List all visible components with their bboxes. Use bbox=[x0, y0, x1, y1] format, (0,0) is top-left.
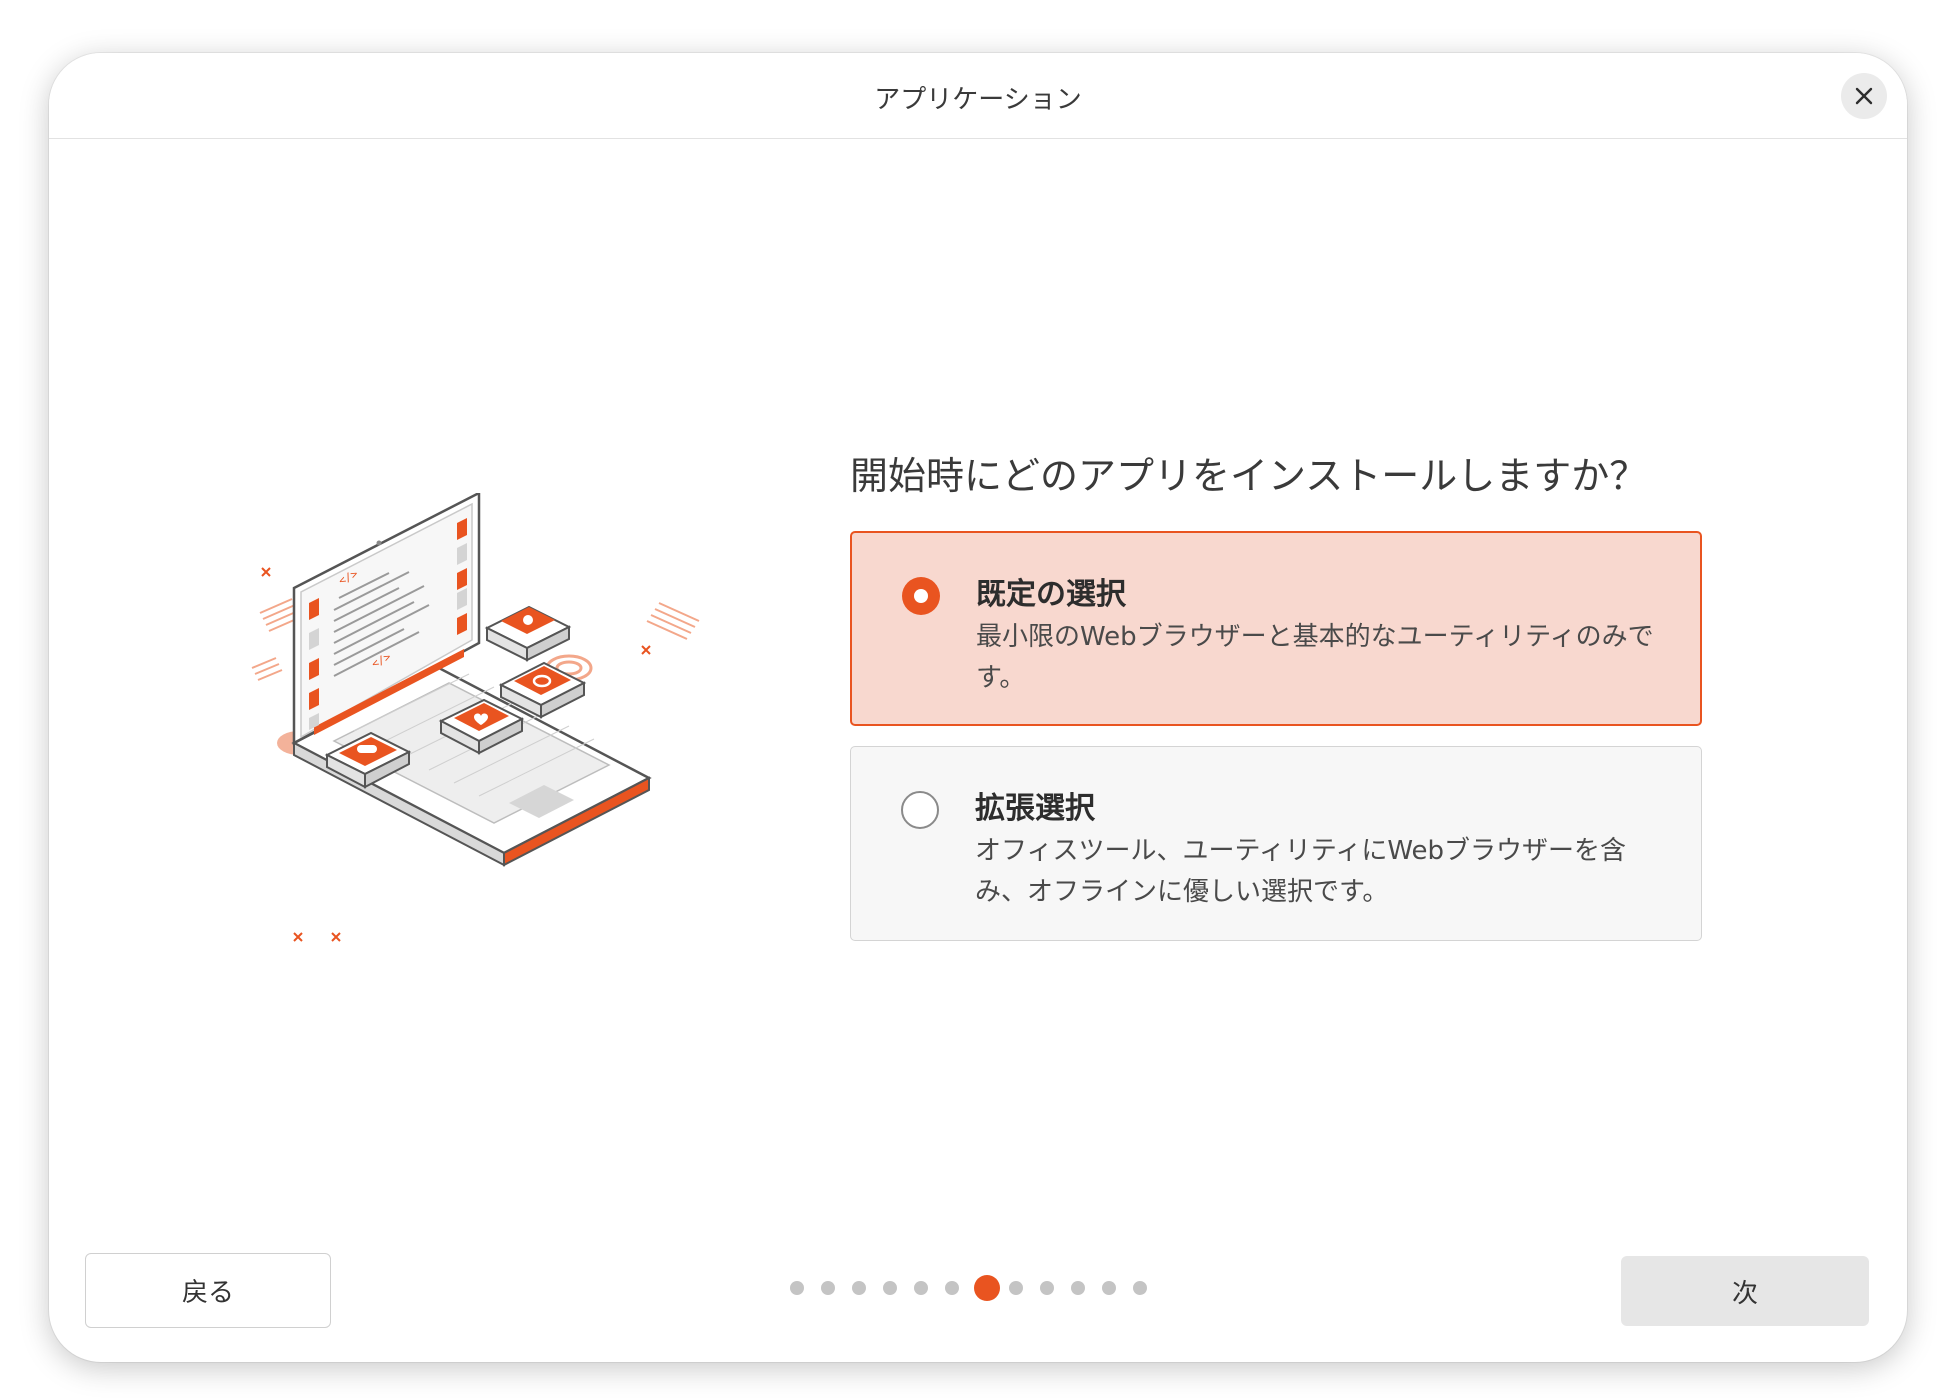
pager-dot bbox=[790, 1281, 804, 1295]
close-icon bbox=[1855, 87, 1873, 105]
pager-dot bbox=[1040, 1281, 1054, 1295]
pager-dot bbox=[852, 1281, 866, 1295]
pager-dot bbox=[1009, 1281, 1023, 1295]
pager-dot bbox=[1133, 1281, 1147, 1295]
option-default-selection[interactable]: 既定の選択 最小限のWebブラウザーと基本的なユーティリティのみです。 bbox=[850, 531, 1702, 726]
next-button[interactable]: 次 bbox=[1621, 1256, 1869, 1326]
option-default-description: 最小限のWebブラウザーと基本的なユーティリティのみです。 bbox=[976, 622, 1654, 693]
laptop-illustration: </> </> bbox=[239, 490, 759, 963]
pager-dot bbox=[914, 1281, 928, 1295]
titlebar: アプリケーション bbox=[49, 53, 1907, 139]
pager-dot-active bbox=[974, 1275, 1000, 1301]
window-title: アプリケーション bbox=[874, 85, 1082, 115]
option-extended-description: オフィスツール、ユーティリティにWebブラウザーを含み、オフラインに優しい選択で… bbox=[975, 836, 1627, 907]
pager-dot bbox=[1071, 1281, 1085, 1295]
decor-stripes-right bbox=[646, 602, 700, 640]
back-button[interactable]: 戻る bbox=[85, 1253, 331, 1328]
radio-default-checked[interactable] bbox=[902, 577, 940, 615]
pager-dot bbox=[945, 1281, 959, 1295]
pager-dot bbox=[821, 1281, 835, 1295]
option-extended-title: 拡張選択 bbox=[975, 791, 1095, 826]
close-button[interactable] bbox=[1841, 73, 1887, 119]
installer-window: アプリケーション </> </> 開始時にどのアプリをインストールしますか？ 既… bbox=[49, 53, 1907, 1362]
option-default-title: 既定の選択 bbox=[976, 577, 1126, 612]
pager-dot bbox=[883, 1281, 897, 1295]
tile-location bbox=[484, 605, 572, 662]
step-pager bbox=[790, 1273, 1190, 1303]
pager-dot bbox=[1102, 1281, 1116, 1295]
option-extended-selection[interactable]: 拡張選択 オフィスツール、ユーティリティにWebブラウザーを含み、オフラインに優… bbox=[850, 746, 1702, 941]
question-heading: 開始時にどのアプリをインストールしますか？ bbox=[850, 454, 1648, 498]
radio-extended-unchecked[interactable] bbox=[901, 791, 939, 829]
